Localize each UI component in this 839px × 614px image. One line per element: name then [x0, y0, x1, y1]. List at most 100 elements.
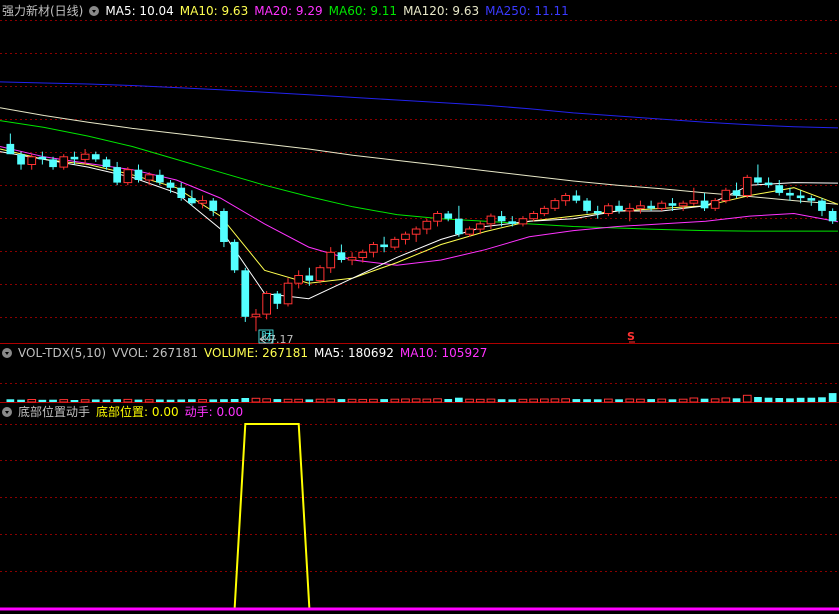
candle-body — [177, 187, 186, 198]
candle — [230, 239, 239, 273]
candle — [262, 290, 271, 320]
candle — [742, 174, 752, 199]
candle — [689, 187, 699, 206]
candle — [433, 210, 442, 227]
candle-body — [561, 195, 570, 202]
volume-bar — [166, 399, 175, 402]
candle-body — [444, 213, 453, 219]
grid-lines — [0, 20, 839, 572]
candle-body — [764, 182, 773, 186]
candle-body — [209, 200, 218, 211]
volume-bar — [444, 399, 453, 402]
candle-body — [113, 167, 121, 183]
volume-bar — [689, 397, 699, 403]
candle — [27, 154, 37, 170]
main-title: 强力新材(日线) — [2, 4, 84, 18]
candle-body — [583, 200, 591, 211]
candle-body — [615, 205, 623, 211]
volume-bar — [91, 399, 100, 402]
volume-bar — [475, 398, 485, 403]
ma250-line — [0, 81, 839, 129]
ind-title: 底部位置动手 — [18, 405, 91, 419]
volume-bar — [497, 399, 506, 402]
ma250-label: MA250: 11.11 — [485, 4, 569, 18]
volume-bar — [369, 398, 378, 403]
candle-body — [262, 293, 271, 315]
candle-body — [593, 211, 602, 214]
candle — [593, 205, 602, 219]
volume-bar — [721, 397, 731, 403]
volume-bar — [390, 398, 400, 403]
volume-bar — [123, 398, 133, 403]
chevron-down-icon[interactable] — [89, 6, 100, 16]
volume-bar — [700, 398, 709, 402]
volume-bar — [241, 398, 250, 402]
candle-body — [818, 200, 826, 211]
candle — [818, 198, 826, 217]
candle — [113, 161, 121, 186]
candle-body — [273, 293, 282, 304]
candle-body — [572, 195, 581, 201]
candle — [326, 247, 336, 273]
volume-bar — [529, 398, 538, 403]
candle-body — [241, 270, 250, 317]
volume-bar — [486, 398, 496, 403]
sell-marker: S — [627, 330, 635, 343]
volume-bar — [775, 398, 784, 402]
candle — [657, 200, 667, 211]
candle — [518, 216, 528, 227]
candle-body — [198, 200, 207, 204]
candle — [775, 180, 784, 196]
candle-body — [678, 202, 688, 207]
stock-chart[interactable]: 7.17 财 S — [0, 0, 839, 614]
volume-bar — [540, 398, 549, 403]
candle-body — [27, 156, 37, 166]
candle-body — [411, 228, 421, 235]
candle-body — [305, 275, 314, 281]
candle — [123, 167, 133, 186]
volume-bar — [262, 398, 271, 403]
candle-body — [518, 218, 528, 225]
candle-body — [315, 267, 325, 282]
volume-bar — [283, 398, 293, 403]
volume-bar — [358, 398, 368, 403]
main-legend: 强力新材(日线) MA5: 10.04 MA10: 9.63 MA20: 9.29 MA… — [2, 2, 575, 20]
chevron-down-icon[interactable] — [2, 348, 12, 358]
candle — [786, 187, 794, 201]
candle — [6, 133, 15, 155]
volume-bar — [230, 399, 239, 402]
vol-ma5-label: MA5: 180692 — [313, 346, 394, 360]
moving-average-lines — [0, 81, 839, 300]
chevron-down-icon[interactable] — [2, 407, 12, 417]
candle-body — [283, 282, 293, 305]
candle-body — [786, 192, 794, 196]
candle-body — [17, 154, 25, 165]
candle — [604, 203, 613, 217]
ma120-label: MA120: 9.63 — [403, 4, 480, 18]
volume-bar — [220, 399, 228, 402]
ma60-label: MA60: 9.11 — [328, 4, 398, 18]
candle — [700, 192, 709, 211]
candle — [369, 241, 378, 258]
volume-bar — [647, 399, 655, 402]
candle — [38, 151, 47, 165]
candle-body — [390, 238, 400, 248]
candle-body — [721, 189, 731, 202]
candle-body — [401, 233, 410, 240]
candle — [636, 200, 645, 214]
candle-body — [230, 241, 239, 271]
ma10-label: MA10: 9.63 — [179, 4, 249, 18]
volume-bar — [337, 399, 346, 402]
volume-bar — [17, 399, 25, 402]
candle — [241, 267, 250, 322]
vol-ma10-label: MA10: 105927 — [399, 346, 488, 360]
volume-bar — [198, 399, 207, 403]
volume-bar — [144, 399, 154, 403]
candle-body — [80, 153, 90, 160]
candle-body — [38, 156, 47, 160]
candle-body — [689, 200, 699, 204]
volume-bar — [251, 397, 261, 403]
volume-bar — [678, 398, 688, 403]
candle — [337, 244, 346, 263]
candle-body — [550, 200, 560, 209]
